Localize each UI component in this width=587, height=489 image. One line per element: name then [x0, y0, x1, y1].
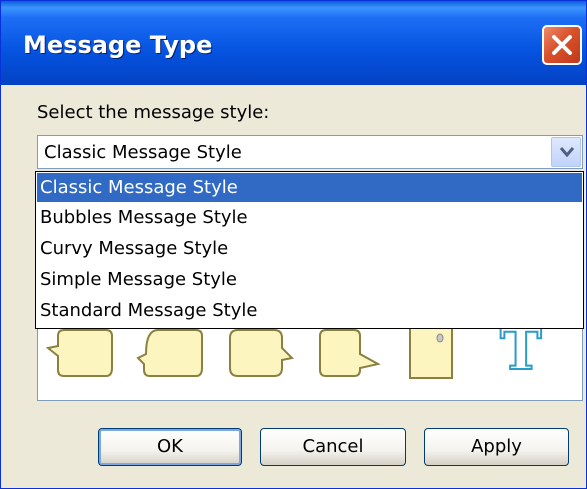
cancel-button[interactable]: Cancel — [260, 428, 406, 466]
option-curvy-message-style[interactable]: Curvy Message Style — [37, 234, 582, 263]
chevron-down-icon — [560, 147, 574, 157]
combobox-value: Classic Message Style — [44, 142, 242, 163]
option-standard-message-style[interactable]: Standard Message Style — [37, 296, 582, 325]
option-classic-message-style[interactable]: Classic Message Style — [37, 173, 582, 202]
dialog-body: Select the message style: Classic Messag… — [1, 85, 586, 488]
message-style-combobox[interactable]: Classic Message Style — [37, 135, 583, 169]
apply-button[interactable]: Apply — [424, 428, 569, 466]
option-simple-message-style[interactable]: Simple Message Style — [37, 265, 582, 294]
combobox-dropdown-button[interactable] — [551, 137, 581, 167]
message-type-dialog: Message Type Select the message style: C… — [0, 0, 587, 489]
close-icon — [552, 35, 572, 55]
window-title: Message Type — [23, 31, 213, 59]
option-bubbles-message-style[interactable]: Bubbles Message Style — [37, 203, 582, 232]
text-style-icon: T — [499, 317, 543, 383]
bubbles-bubble-icon — [136, 329, 203, 377]
close-button[interactable] — [542, 25, 582, 65]
message-style-dropdown-list[interactable]: Classic Message Style Bubbles Message St… — [35, 171, 584, 329]
standard-note-icon — [409, 327, 453, 379]
title-bar[interactable]: Message Type — [1, 1, 586, 85]
simple-bubble-icon — [319, 329, 381, 377]
ok-button[interactable]: OK — [98, 428, 242, 466]
message-style-label: Select the message style: — [37, 102, 270, 123]
curvy-bubble-icon — [229, 329, 294, 377]
classic-bubble-icon — [46, 329, 113, 377]
